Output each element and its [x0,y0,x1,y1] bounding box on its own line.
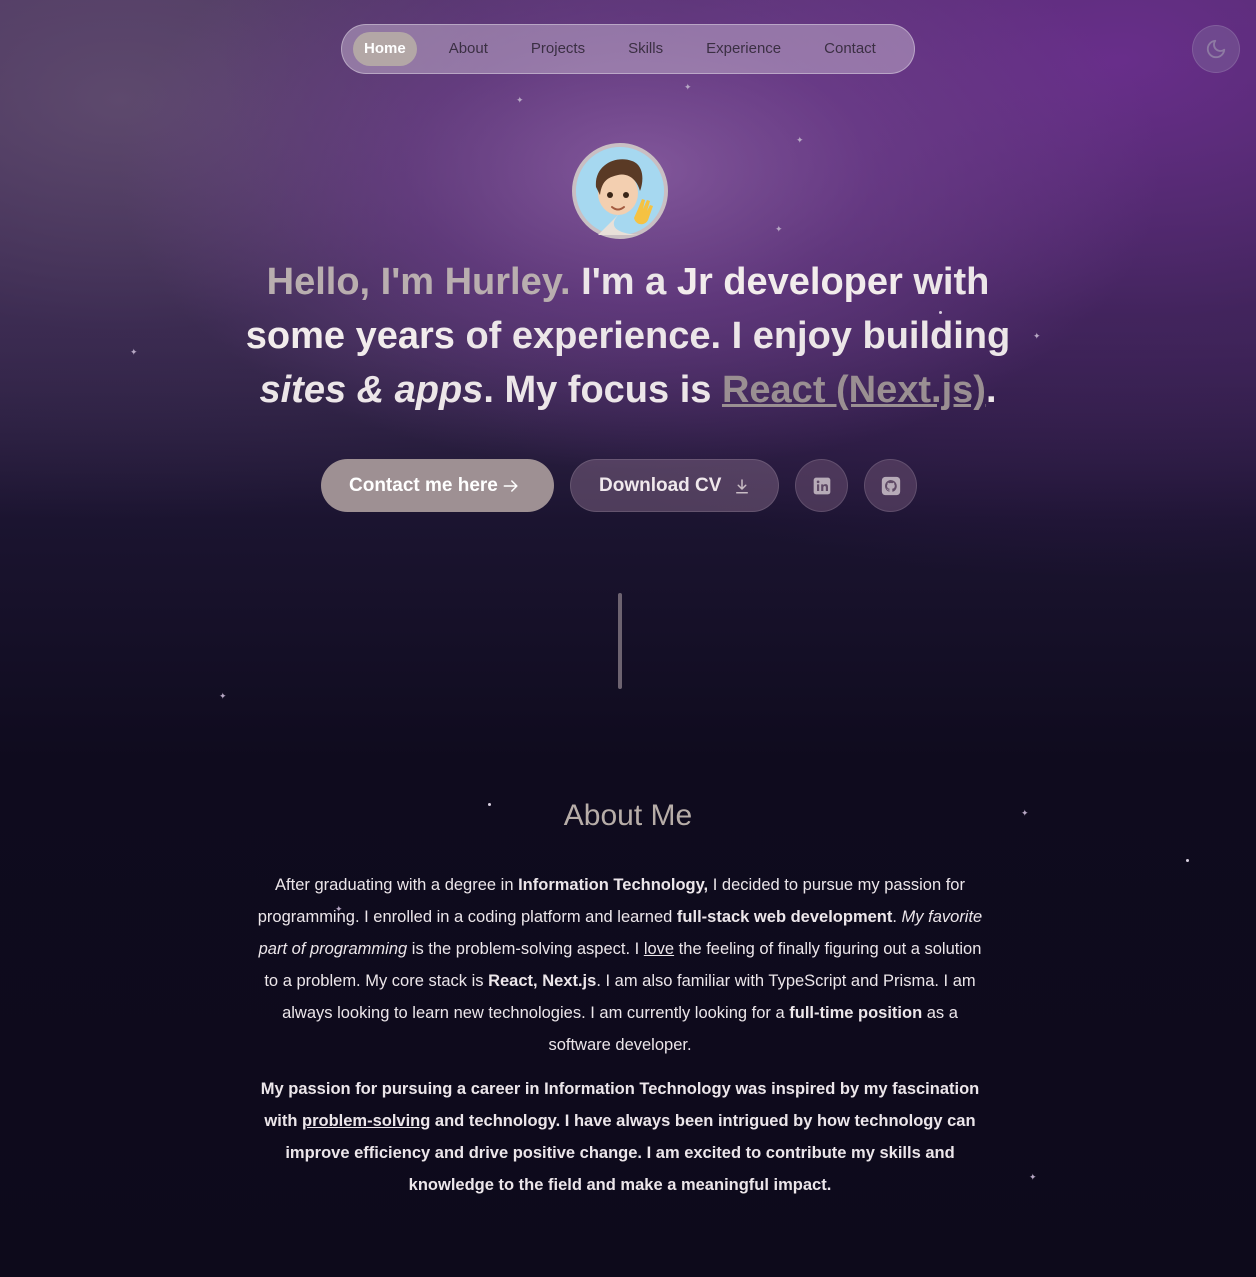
hero-text: of experience. I enjoy building [454,315,1011,357]
nav-skills[interactable]: Skills [617,32,674,66]
about-text-bold: full-time position [789,1004,923,1022]
moon-icon [1206,39,1226,59]
about-text-bold: React, Next.js [488,972,597,990]
star-dot [1186,859,1189,862]
star-decoration: ✦ [684,82,692,92]
about-paragraph-1: After graduating with a degree in Inform… [255,869,985,1061]
contact-button-label: Contact me here [349,474,498,496]
hero-focus-link[interactable]: React (Next.js) [722,369,986,411]
hero-text: . [985,369,997,411]
theme-toggle-button[interactable] [1192,25,1240,73]
hero-intro: Hello, I'm Hurley. I'm a Jr developer wi… [228,255,1028,417]
about-title: About Me [563,799,693,832]
contact-button[interactable]: Contact me here [321,459,554,512]
nav-home[interactable]: Home [353,32,417,66]
hero-things: sites & apps [259,369,484,411]
hero-greeting: Hello, I'm Hurley. [266,261,571,303]
about-text: is the problem-solving aspect. I [407,940,644,958]
about-text-underline: problem-solving [302,1112,431,1130]
hero-text: . My focus is [483,369,722,411]
memoji-waving-avatar [576,147,664,235]
hero-actions: Contact me here Download CV [0,459,1256,512]
star-decoration: ✦ [775,224,783,234]
section-divider [618,593,622,689]
hero-text: I'm a [570,261,677,303]
star-decoration: ✦ [219,691,227,701]
github-icon [881,476,900,495]
about-text: . [892,908,902,926]
hero-text: with [902,261,990,303]
download-icon [736,479,748,494]
about-section: After graduating with a degree in Inform… [255,869,985,1213]
nav-projects[interactable]: Projects [520,32,596,66]
about-text-bold: full-stack web development [676,908,893,926]
arrow-right-icon [503,480,518,492]
avatar [572,143,668,239]
star-decoration: ✦ [1033,331,1041,341]
main-nav: Home About Projects Skills Experience Co… [341,24,915,74]
hero-years: some years [245,315,455,357]
github-button[interactable] [864,459,917,512]
about-text: After graduating with a degree in [275,876,519,894]
nav-experience[interactable]: Experience [695,32,792,66]
about-text-bold: Information Technology, [518,876,709,894]
star-decoration: ✦ [516,95,524,105]
linkedin-button[interactable] [795,459,848,512]
hero-role: Jr developer [676,261,903,303]
star-decoration: ✦ [130,347,138,357]
nav-contact[interactable]: Contact [813,32,887,66]
download-cv-label: Download CV [599,474,722,496]
about-paragraph-2: My passion for pursuing a career in Info… [255,1073,985,1201]
nav-about[interactable]: About [438,32,499,66]
linkedin-icon [813,477,830,494]
star-decoration: ✦ [796,135,804,145]
about-text-underline: love [643,940,675,958]
download-cv-button[interactable]: Download CV [570,459,779,512]
star-decoration: ✦ [1029,1172,1037,1182]
